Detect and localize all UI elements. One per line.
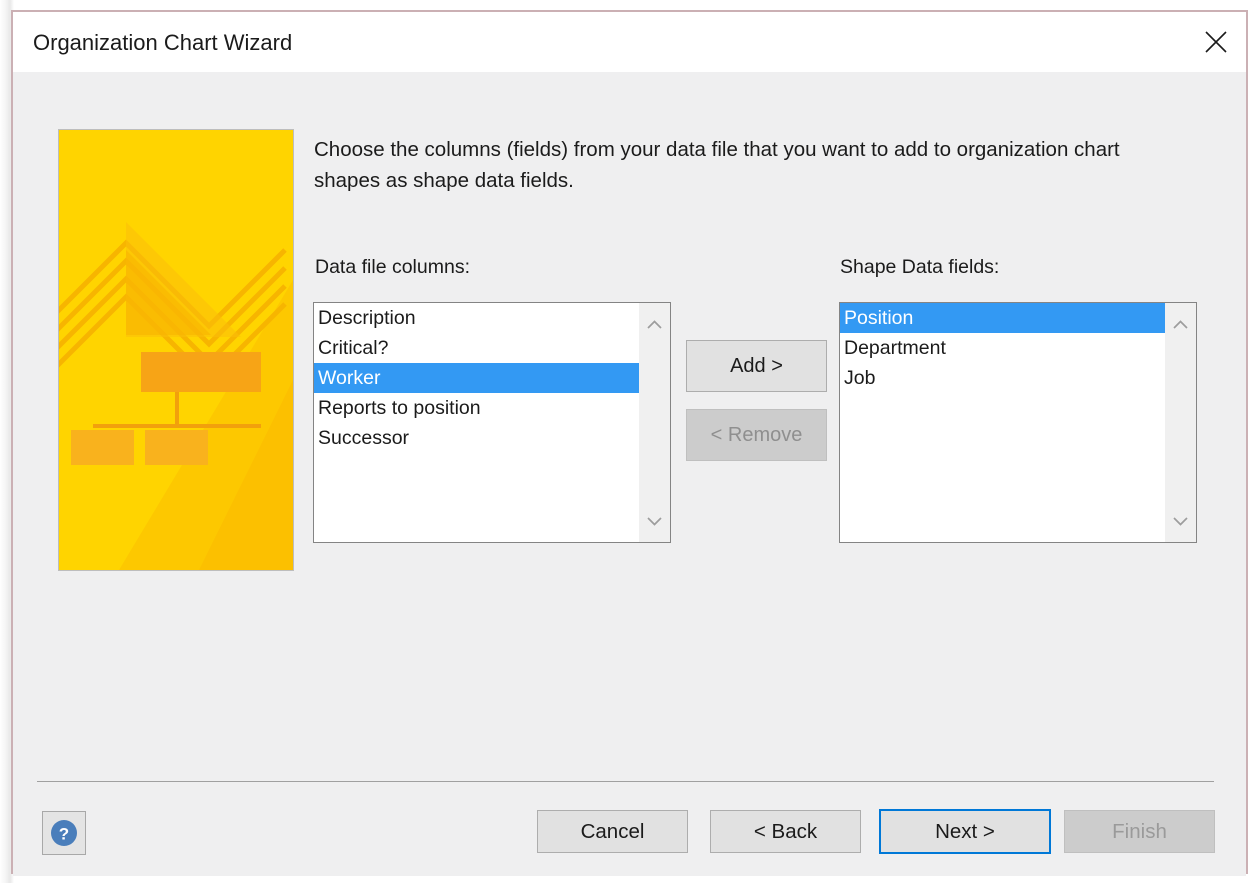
shape-data-fields-list[interactable]: Position Department Job: [840, 303, 1165, 542]
data-file-columns-list[interactable]: Description Critical? Worker Reports to …: [314, 303, 639, 542]
remove-button: < Remove: [686, 409, 827, 461]
list-item[interactable]: Worker: [314, 363, 639, 393]
finish-button: Finish: [1064, 810, 1215, 853]
chevron-up-icon[interactable]: [1165, 311, 1196, 337]
dialog-frame: Organization Chart Wizard: [0, 0, 1259, 883]
chevron-down-icon[interactable]: [1165, 508, 1196, 534]
add-button[interactable]: Add >: [686, 340, 827, 392]
footer-separator: [37, 781, 1214, 782]
list-item[interactable]: Critical?: [314, 333, 639, 363]
page-title: Organization Chart Wizard: [33, 30, 292, 56]
cancel-button[interactable]: Cancel: [537, 810, 688, 853]
list-item[interactable]: Department: [840, 333, 1165, 363]
close-icon[interactable]: [1192, 18, 1240, 66]
shape-data-fields-scrollbar[interactable]: [1165, 303, 1196, 542]
instruction-text: Choose the columns (fields) from your da…: [314, 134, 1159, 196]
svg-text:?: ?: [59, 825, 69, 844]
data-file-columns-scrollbar[interactable]: [639, 303, 670, 542]
list-item[interactable]: Successor: [314, 423, 639, 453]
title-bar: Organization Chart Wizard: [13, 12, 1246, 72]
next-button[interactable]: Next >: [879, 809, 1051, 854]
list-item[interactable]: Job: [840, 363, 1165, 393]
chevron-up-icon[interactable]: [639, 311, 670, 337]
organization-chart-wizard-dialog: Organization Chart Wizard: [11, 10, 1248, 874]
list-item[interactable]: Position: [840, 303, 1165, 333]
dialog-body: Choose the columns (fields) from your da…: [13, 72, 1246, 876]
data-file-columns-label: Data file columns:: [315, 256, 470, 279]
wizard-illustration: [58, 129, 294, 571]
shape-data-fields-label: Shape Data fields:: [840, 256, 999, 279]
back-button[interactable]: < Back: [710, 810, 861, 853]
chevron-down-icon[interactable]: [639, 508, 670, 534]
shape-data-fields-listbox[interactable]: Position Department Job: [839, 302, 1197, 543]
list-item[interactable]: Description: [314, 303, 639, 333]
help-button[interactable]: ?: [42, 811, 86, 855]
list-item[interactable]: Reports to position: [314, 393, 639, 423]
data-file-columns-listbox[interactable]: Description Critical? Worker Reports to …: [313, 302, 671, 543]
